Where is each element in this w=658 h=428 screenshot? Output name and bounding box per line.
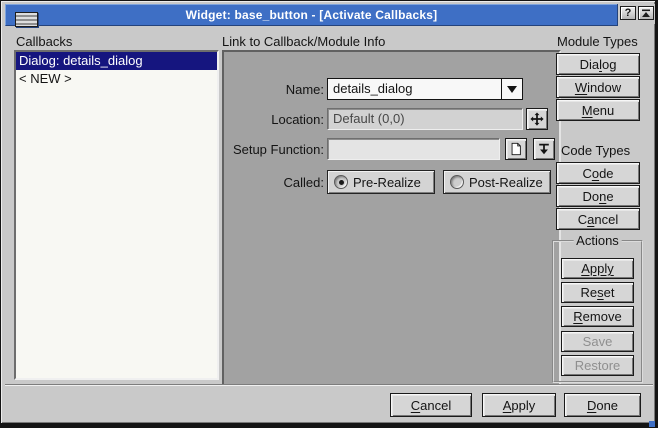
post-realize-label: Post-Realize — [469, 175, 543, 190]
name-dropdown-button[interactable] — [501, 79, 522, 99]
info-panel-label: Link to Callback/Module Info — [222, 34, 385, 49]
action-save-button: Save — [561, 331, 634, 352]
down-arrow-from-bar-icon — [537, 142, 551, 156]
application-window: Widget: base_button - [Activate Callback… — [0, 0, 658, 428]
actions-group-label: Actions — [573, 233, 622, 248]
footer-separator — [5, 384, 653, 386]
actions-group: Actions Apply Reset Remove Save Restore — [552, 240, 643, 383]
called-label: Called: — [284, 175, 324, 190]
setup-function-label: Setup Function: — [233, 142, 324, 157]
location-label: Location: — [271, 112, 324, 127]
code-types-label: Code Types — [561, 143, 630, 158]
callback-list-item-new[interactable]: < NEW > — [16, 70, 217, 88]
module-type-window-button[interactable]: Window — [556, 76, 640, 98]
code-type-done-button[interactable]: Done — [556, 185, 640, 207]
location-move-button[interactable] — [526, 108, 548, 130]
code-type-cancel-button[interactable]: Cancel — [556, 208, 640, 230]
callback-list-item[interactable]: Dialog: details_dialog — [16, 52, 217, 70]
pick-function-button[interactable] — [533, 138, 555, 160]
action-restore-button: Restore — [561, 355, 634, 376]
help-button[interactable]: ? — [620, 6, 636, 20]
resize-corner[interactable] — [649, 421, 655, 427]
move-icon — [530, 112, 544, 126]
action-remove-button[interactable]: Remove — [561, 306, 634, 327]
action-apply-button[interactable]: Apply — [561, 258, 634, 279]
setup-function-input[interactable] — [327, 138, 500, 160]
new-document-icon — [509, 142, 523, 156]
callbacks-list: Dialog: details_dialog < NEW > — [14, 50, 219, 380]
pre-realize-toggle[interactable]: Pre-Realize — [327, 170, 435, 194]
module-type-menu-button[interactable]: Menu — [556, 99, 640, 121]
callback-info-panel: Name: details_dialog Location: Default (… — [222, 50, 561, 386]
radio-indicator — [450, 175, 464, 189]
footer-cancel-button[interactable]: Cancel — [390, 393, 472, 417]
name-value: details_dialog — [328, 79, 501, 99]
location-field: Default (0,0) — [327, 108, 523, 130]
new-function-button[interactable] — [505, 138, 527, 160]
name-combobox[interactable]: details_dialog — [327, 78, 523, 100]
name-label: Name: — [286, 82, 324, 97]
window-title: Widget: base_button - [Activate Callback… — [6, 8, 617, 22]
callbacks-label: Callbacks — [16, 34, 72, 49]
radio-indicator — [334, 175, 348, 189]
footer-apply-button[interactable]: Apply — [482, 393, 556, 417]
module-type-dialog-button[interactable]: Dialog — [556, 53, 640, 75]
post-realize-toggle[interactable]: Post-Realize — [443, 170, 551, 194]
maximize-button[interactable] — [638, 6, 654, 20]
footer-done-button[interactable]: Done — [564, 393, 641, 417]
titlebar[interactable]: Widget: base_button - [Activate Callback… — [5, 4, 618, 26]
action-reset-button[interactable]: Reset — [561, 282, 634, 303]
dropdown-arrow-icon — [507, 86, 517, 93]
pre-realize-label: Pre-Realize — [353, 175, 421, 190]
module-types-label: Module Types — [557, 34, 638, 49]
code-type-code-button[interactable]: Code — [556, 162, 640, 184]
maximize-icon — [641, 8, 651, 18]
